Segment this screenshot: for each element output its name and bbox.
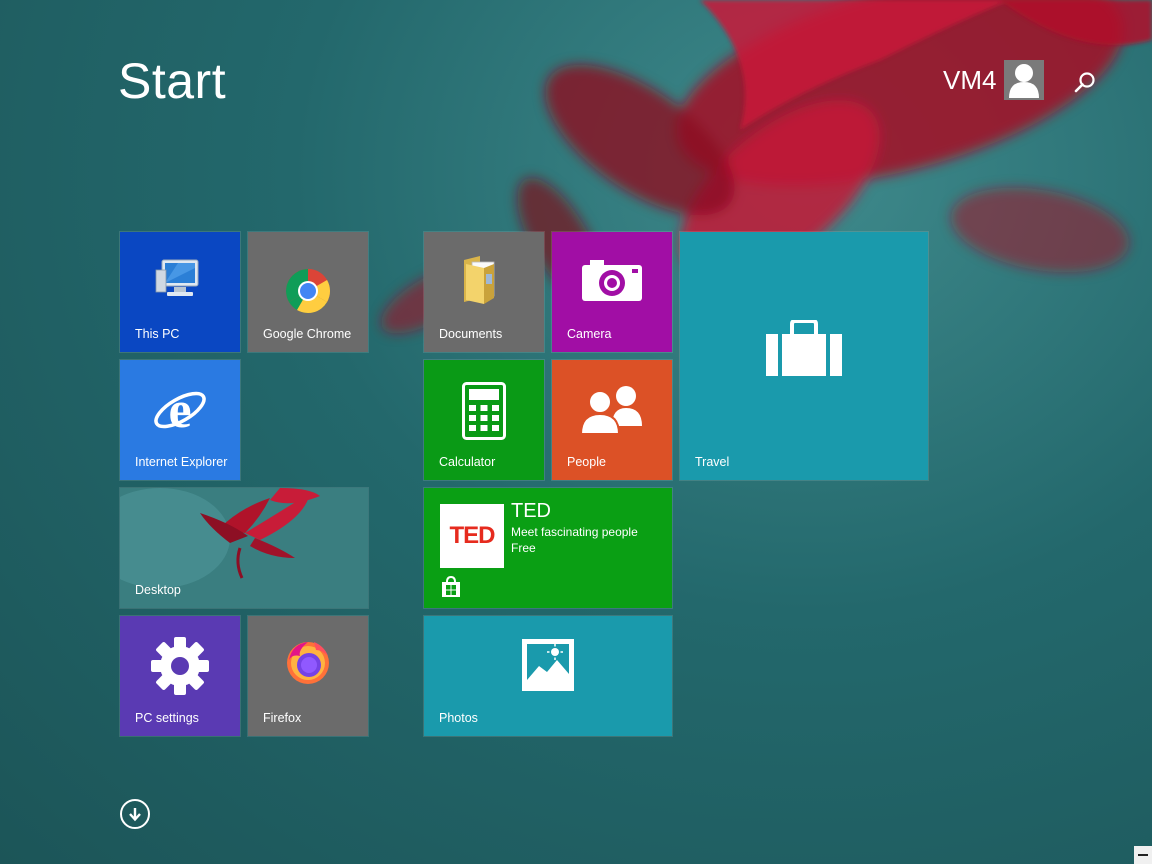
start-title: Start — [118, 53, 227, 109]
tile-pc-settings[interactable]: PC settings — [119, 615, 241, 737]
tile-photos[interactable]: Photos — [423, 615, 673, 737]
all-apps-arrow-down-icon[interactable] — [120, 799, 150, 829]
tile-label: Google Chrome — [263, 327, 352, 341]
search-icon[interactable] — [1072, 70, 1098, 96]
ted-description: Meet fascinating people — [511, 525, 638, 539]
tile-label: Documents — [439, 327, 503, 341]
tile-label: People — [567, 455, 606, 469]
tile-label: Travel — [695, 455, 730, 469]
folder-icon — [458, 254, 510, 306]
tile-travel[interactable]: Travel — [679, 231, 929, 481]
tile-internet-explorer[interactable]: e Internet Explorer — [119, 359, 241, 481]
tile-label: Desktop — [135, 583, 181, 597]
ted-logo-text: TED — [449, 522, 496, 549]
tile-label: Camera — [567, 327, 612, 341]
ted-price: Free — [511, 541, 536, 555]
ted-logo: TED — [440, 504, 504, 568]
tile-label: Internet Explorer — [135, 455, 228, 469]
ted-title: TED — [511, 500, 551, 522]
tile-desktop[interactable]: Desktop — [119, 487, 369, 609]
tile-google-chrome[interactable]: Google Chrome — [247, 231, 369, 353]
tile-label: Photos — [439, 711, 478, 725]
tile-firefox[interactable]: Firefox — [247, 615, 369, 737]
user-name: VM4 — [943, 64, 997, 95]
svg-text:e: e — [168, 382, 191, 439]
tile-ted[interactable]: TED TED Meet fascinating people Free — [423, 487, 673, 609]
chrome-icon — [285, 268, 331, 314]
tile-calculator[interactable]: Calculator — [423, 359, 545, 481]
gear-icon — [150, 636, 210, 696]
tile-label: Calculator — [439, 455, 496, 469]
people-icon — [580, 384, 644, 434]
calculator-icon — [462, 382, 506, 440]
tile-label: Firefox — [263, 711, 302, 725]
user-account[interactable]: VM4 — [943, 60, 1045, 100]
zoom-out-button[interactable] — [1134, 846, 1152, 864]
store-icon — [440, 575, 462, 603]
photo-icon — [521, 638, 575, 692]
internet-explorer-icon: e — [150, 380, 210, 440]
user-avatar-icon[interactable] — [1004, 60, 1045, 100]
suitcase-icon — [764, 320, 844, 378]
camera-icon — [582, 258, 642, 304]
tile-label: This PC — [135, 327, 180, 341]
firefox-icon — [284, 638, 332, 686]
tile-label: PC settings — [135, 711, 199, 725]
tile-documents[interactable]: Documents — [423, 231, 545, 353]
tile-camera[interactable]: Camera — [551, 231, 673, 353]
tile-people[interactable]: People — [551, 359, 673, 481]
computer-icon — [154, 254, 206, 306]
tile-this-pc[interactable]: This PC — [119, 231, 241, 353]
